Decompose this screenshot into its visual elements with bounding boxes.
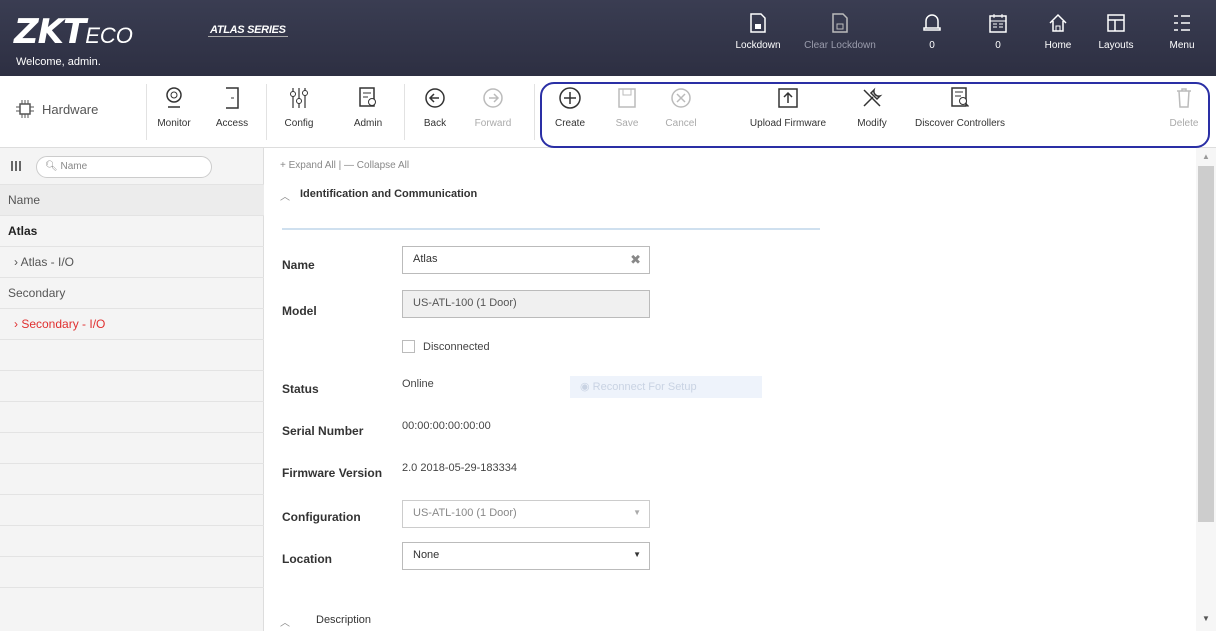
- configuration-label: Configuration: [282, 510, 361, 524]
- top-header: ZKTECO Welcome, admin. ATLAS SERIES Lock…: [0, 0, 1216, 76]
- tree-empty-row: [0, 525, 264, 556]
- monitor-icon: [166, 87, 182, 108]
- atlas-series-badge: ATLAS SERIES: [208, 24, 288, 37]
- tree-item-secondary[interactable]: Secondary: [0, 277, 264, 308]
- firmware-value: 2.0 2018-05-29-183334: [402, 462, 517, 474]
- clear-icon[interactable]: ✖: [630, 252, 641, 268]
- clear-lockdown-icon: [832, 13, 848, 33]
- sliders-icon: [290, 88, 308, 108]
- name-field[interactable]: Atlas ✖: [402, 246, 650, 274]
- toolbar-divider: [534, 84, 535, 140]
- firmware-label: Firmware Version: [282, 466, 383, 480]
- name-search-input[interactable]: 🔍︎ Name: [36, 156, 212, 178]
- calendar-icon: [989, 14, 1007, 33]
- columns-icon[interactable]: [10, 160, 24, 172]
- scroll-down-icon[interactable]: ▼: [1202, 614, 1210, 623]
- welcome-text: Welcome, admin.: [16, 56, 101, 68]
- admin-icon: [359, 87, 376, 107]
- tree-empty-row: [0, 587, 264, 618]
- lockdown-button[interactable]: Lockdown: [722, 12, 794, 72]
- serial-label: Serial Number: [282, 424, 364, 438]
- lockdown-icon: [750, 13, 766, 33]
- scrollbar-thumb[interactable]: [1198, 166, 1214, 522]
- expand-collapse-links: + Expand All | — Collapse All: [280, 160, 410, 171]
- description-section-title: Description: [316, 614, 372, 626]
- checkbox-box[interactable]: [402, 340, 415, 353]
- toolbar-divider: [266, 84, 267, 140]
- layouts-button[interactable]: Layouts: [1080, 12, 1152, 72]
- device-tree-panel: 🔍︎ Name Name Atlas › Atlas - I/O Seconda…: [0, 148, 264, 631]
- configuration-select[interactable]: US-ATL-100 (1 Door) ▼: [402, 500, 650, 528]
- tree-item-secondary-io[interactable]: › Secondary - I/O: [0, 308, 264, 339]
- clear-lockdown-button[interactable]: Clear Lockdown: [804, 12, 876, 72]
- toolbar-highlight-annotation: [540, 82, 1210, 148]
- section-title: Identification and Communication: [300, 188, 478, 200]
- menu-button[interactable]: Menu: [1146, 12, 1216, 72]
- home-icon: [1049, 13, 1067, 32]
- model-label: Model: [282, 304, 317, 318]
- bell-icon: [923, 14, 941, 31]
- back-arrow-icon: [425, 88, 445, 108]
- section-divider: [282, 228, 820, 230]
- dropdown-arrow-icon: ▼: [633, 550, 641, 559]
- serial-value: 00:00:00:00:00:00: [402, 420, 491, 432]
- hardware-section-label: Hardware: [14, 98, 98, 120]
- tree-empty-row: [0, 432, 264, 463]
- back-button[interactable]: Back: [420, 86, 450, 129]
- location-select[interactable]: None ▼: [402, 542, 650, 570]
- name-label: Name: [282, 258, 315, 272]
- disconnected-checkbox[interactable]: Disconnected: [402, 340, 490, 353]
- model-field: US-ATL-100 (1 Door): [402, 290, 650, 318]
- layouts-icon: [1107, 14, 1125, 32]
- column-header-name[interactable]: Name: [0, 184, 264, 215]
- alerts-button[interactable]: 0: [896, 12, 968, 72]
- tree-item-atlas[interactable]: Atlas: [0, 215, 264, 246]
- vertical-scrollbar[interactable]: ▲ ▼: [1196, 148, 1216, 631]
- access-button[interactable]: Access: [214, 86, 250, 129]
- door-icon: [226, 87, 239, 109]
- tree-empty-row: [0, 556, 264, 587]
- collapse-caret-icon[interactable]: ︿: [280, 188, 290, 203]
- hardware-chip-icon: [16, 100, 34, 118]
- toolbar-divider: [146, 84, 147, 140]
- dropdown-arrow-icon: ▼: [633, 508, 641, 517]
- admin-button[interactable]: Admin: [352, 86, 384, 129]
- status-value: Online: [402, 378, 434, 390]
- expand-all-link[interactable]: + Expand All: [280, 160, 336, 171]
- forward-arrow-icon: [483, 88, 503, 108]
- scroll-up-icon[interactable]: ▲: [1202, 152, 1210, 161]
- location-label: Location: [282, 552, 332, 566]
- detail-panel: + Expand All | — Collapse All ︿ Identifi…: [264, 148, 1194, 631]
- tree-item-atlas-io[interactable]: › Atlas - I/O: [0, 246, 264, 277]
- zkteco-logo: ZKTECO: [14, 12, 133, 52]
- config-button[interactable]: Config: [282, 86, 316, 129]
- tree-empty-row: [0, 370, 264, 401]
- status-label: Status: [282, 382, 319, 396]
- toolbar-divider: [404, 84, 405, 140]
- collapse-all-link[interactable]: — Collapse All: [344, 160, 409, 171]
- tree-empty-row: [0, 463, 264, 494]
- reconnect-button: ◉ Reconnect For Setup: [570, 376, 762, 398]
- tree-empty-row: [0, 339, 264, 370]
- monitor-button[interactable]: Monitor: [154, 86, 194, 129]
- menu-icon: [1174, 15, 1190, 31]
- collapse-caret-icon[interactable]: ︿: [280, 614, 290, 629]
- tree-empty-row: [0, 401, 264, 432]
- tree-empty-row: [0, 494, 264, 525]
- forward-button[interactable]: Forward: [472, 86, 514, 129]
